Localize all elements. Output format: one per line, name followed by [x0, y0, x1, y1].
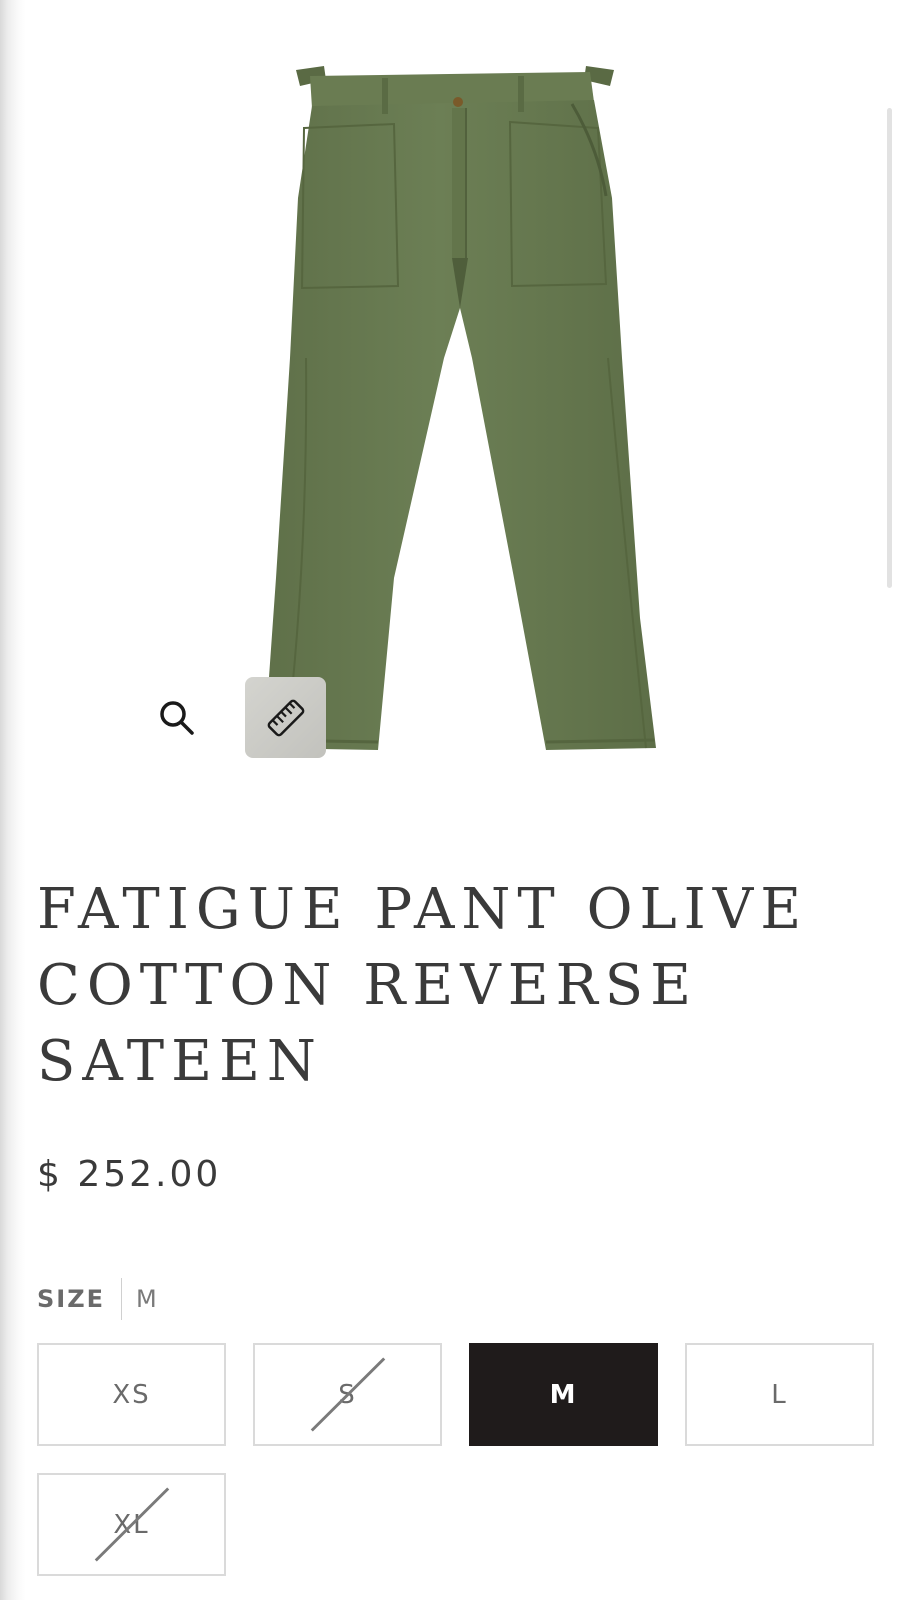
- size-option-m-selected[interactable]: M: [469, 1343, 658, 1446]
- size-label-divider: [121, 1278, 123, 1320]
- size-option-l[interactable]: L: [685, 1343, 874, 1446]
- size-label: SIZE: [37, 1285, 106, 1313]
- size-option-xs[interactable]: XS: [37, 1343, 226, 1446]
- ruler-icon: [267, 699, 304, 736]
- zoom-button[interactable]: [149, 690, 205, 746]
- size-option-label: L: [771, 1379, 788, 1410]
- product-gallery[interactable]: [26, 0, 886, 800]
- size-guide-button[interactable]: [245, 677, 326, 758]
- size-option-label: XL: [113, 1509, 150, 1540]
- page-edge-shadow: [0, 0, 26, 1600]
- selected-size-value: M: [136, 1285, 159, 1313]
- size-option-label: XS: [112, 1379, 151, 1410]
- product-price: $ 252.00: [37, 1154, 222, 1195]
- magnifier-icon: [160, 701, 194, 735]
- size-option-xl-unavailable[interactable]: XL: [37, 1473, 226, 1576]
- product-image-pants[interactable]: [246, 58, 706, 770]
- size-option-label: S: [338, 1379, 357, 1410]
- size-option-s-unavailable[interactable]: S: [253, 1343, 442, 1446]
- gallery-scrollbar[interactable]: [887, 108, 892, 588]
- size-selector-header: SIZE M: [37, 1278, 159, 1320]
- product-title: FATIGUE PANT OLIVE COTTON REVERSE SATEEN: [37, 877, 809, 1094]
- size-option-label: M: [549, 1379, 578, 1410]
